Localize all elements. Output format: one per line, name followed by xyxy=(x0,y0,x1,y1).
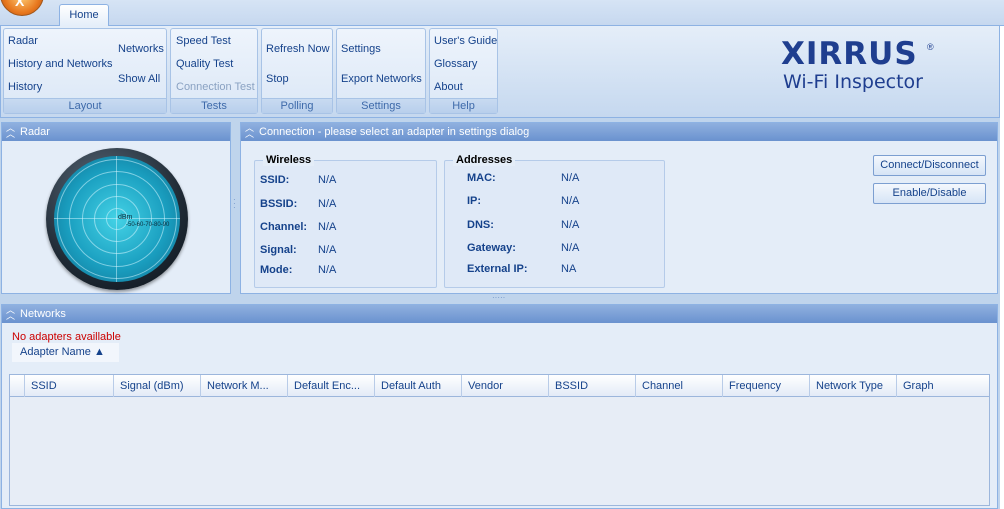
enable-disable-button[interactable]: Enable/Disable xyxy=(873,183,986,204)
column-header-ssid[interactable]: SSID xyxy=(25,375,114,397)
channel-label: Channel: xyxy=(260,221,308,233)
ribbon-group-polling: Refresh Now Stop Polling xyxy=(261,28,333,114)
wireless-group-title: Wireless xyxy=(263,154,315,166)
radar-panel: ︿ ︿ Radar dBm -50-60-70-80-90 xyxy=(1,122,231,294)
networks-panel-title: Networks xyxy=(20,308,66,320)
ip-value: N/A xyxy=(561,195,580,207)
mac-label: MAC: xyxy=(467,172,496,184)
radar-display: dBm -50-60-70-80-90 xyxy=(54,156,180,282)
connection-test-button[interactable]: Connection Test xyxy=(176,81,255,93)
dns-value: N/A xyxy=(561,219,580,231)
settings-button[interactable]: Settings xyxy=(341,43,381,55)
radar-bezel: dBm -50-60-70-80-90 xyxy=(46,148,188,290)
wireless-group: Wireless SSID: N/A BSSID: N/A Channel: N… xyxy=(254,154,437,288)
users-guide-button[interactable]: User's Guide xyxy=(434,35,497,47)
column-header-signal[interactable]: Signal (dBm) xyxy=(114,375,201,397)
ribbon-group-settings: Settings Export Networks Settings xyxy=(336,28,426,114)
about-button[interactable]: About xyxy=(434,81,463,93)
connection-panel: ︿ ︿ Connection - please select an adapter… xyxy=(240,122,998,294)
signal-value: N/A xyxy=(318,244,337,256)
connect-disconnect-button[interactable]: Connect/Disconnect xyxy=(873,155,986,176)
group-label-polling: Polling xyxy=(262,98,332,113)
layout-networks-button[interactable]: Networks xyxy=(118,43,164,55)
column-header-vendor[interactable]: Vendor xyxy=(462,375,549,397)
layout-history-networks-button[interactable]: History and Networks xyxy=(8,58,113,70)
channel-value: N/A xyxy=(318,221,337,233)
ribbon: Radar History and Networks History Netwo… xyxy=(0,26,1000,118)
mode-label: Mode: xyxy=(260,264,293,276)
column-header-network-type[interactable]: Network Type xyxy=(810,375,897,397)
radar-unit-label: dBm xyxy=(118,214,133,221)
column-header-bssid[interactable]: BSSID xyxy=(549,375,636,397)
connection-panel-header[interactable]: ︿ ︿ Connection - please select an adapter… xyxy=(241,123,997,141)
tab-home[interactable]: Home xyxy=(59,4,109,27)
group-label-layout: Layout xyxy=(4,98,166,113)
stop-button[interactable]: Stop xyxy=(266,73,289,85)
refresh-now-button[interactable]: Refresh Now xyxy=(266,43,330,55)
xirrus-logo: XIRRUS ® Wi-Fi Inspector xyxy=(781,36,951,96)
networks-panel-header[interactable]: ︿ ︿ Networks xyxy=(2,305,997,323)
vertical-splitter-handle[interactable]: · · · xyxy=(233,196,236,212)
logo-registered-mark: ® xyxy=(927,42,934,52)
addresses-group-title: Addresses xyxy=(453,154,516,166)
radar-scale-label: -50-60-70-80-90 xyxy=(126,222,170,228)
radar-panel-header[interactable]: ︿ ︿ Radar xyxy=(2,123,230,141)
column-header-channel[interactable]: Channel xyxy=(636,375,723,397)
ssid-label: SSID: xyxy=(260,174,290,186)
ribbon-tab-bar: X Home xyxy=(0,0,1004,27)
bssid-label: BSSID: xyxy=(260,198,298,210)
export-networks-button[interactable]: Export Networks xyxy=(341,73,422,85)
horizontal-splitter-handle[interactable]: ····· xyxy=(492,294,505,302)
app-orb-glyph: X xyxy=(15,0,25,9)
adapter-name-column-header[interactable]: Adapter Name ▲ xyxy=(12,343,119,362)
ribbon-group-tests: Speed Test Quality Test Connection Test … xyxy=(170,28,258,114)
mode-value: N/A xyxy=(318,264,337,276)
collapse-chevrons-icon[interactable]: ︿ ︿ xyxy=(6,124,16,139)
ssid-value: N/A xyxy=(318,174,337,186)
group-label-help: Help xyxy=(430,98,497,113)
gateway-label: Gateway: xyxy=(467,242,516,254)
dns-label: DNS: xyxy=(467,219,494,231)
collapse-chevrons-icon[interactable]: ︿ ︿ xyxy=(245,124,255,139)
external-ip-value: NA xyxy=(561,263,577,275)
external-ip-label: External IP: xyxy=(467,263,528,275)
radar-panel-title: Radar xyxy=(20,126,50,138)
quality-test-button[interactable]: Quality Test xyxy=(176,58,233,70)
layout-history-button[interactable]: History xyxy=(8,81,42,93)
group-label-settings: Settings xyxy=(337,98,425,113)
no-adapters-message: No adapters availlable xyxy=(12,331,121,343)
layout-radar-button[interactable]: Radar xyxy=(8,35,38,47)
column-header-default-encryption[interactable]: Default Enc... xyxy=(288,375,375,397)
logo-subtitle: Wi-Fi Inspector xyxy=(783,71,923,93)
layout-show-all-button[interactable]: Show All xyxy=(118,73,160,85)
signal-label: Signal: xyxy=(260,244,297,256)
ip-label: IP: xyxy=(467,195,482,207)
group-label-tests: Tests xyxy=(171,98,257,113)
logo-main-text: XIRRUS xyxy=(781,36,918,72)
networks-grid-header: SSID Signal (dBm) Network M... Default E… xyxy=(10,375,989,397)
mac-value: N/A xyxy=(561,172,580,184)
collapse-chevrons-icon[interactable]: ︿ ︿ xyxy=(6,306,16,321)
connection-panel-title: Connection - please select an adapter in… xyxy=(259,126,530,138)
window-right-edge xyxy=(1000,26,1004,509)
column-header-network-mode[interactable]: Network M... xyxy=(201,375,288,397)
gateway-value: N/A xyxy=(561,242,580,254)
column-header-graph[interactable]: Graph xyxy=(897,375,989,397)
column-header-frequency[interactable]: Frequency xyxy=(723,375,810,397)
ribbon-group-help: User's Guide Glossary About Help xyxy=(429,28,498,114)
grid-row-selector-header xyxy=(10,375,25,397)
bssid-value: N/A xyxy=(318,198,337,210)
column-header-default-auth[interactable]: Default Auth xyxy=(375,375,462,397)
speed-test-button[interactable]: Speed Test xyxy=(176,35,231,47)
ribbon-group-layout: Radar History and Networks History Netwo… xyxy=(3,28,167,114)
addresses-group: Addresses MAC: N/A IP: N/A DNS: N/A Gate… xyxy=(444,154,665,288)
networks-grid: SSID Signal (dBm) Network M... Default E… xyxy=(9,374,990,506)
app-menu-button[interactable]: X xyxy=(0,0,44,16)
glossary-button[interactable]: Glossary xyxy=(434,58,477,70)
